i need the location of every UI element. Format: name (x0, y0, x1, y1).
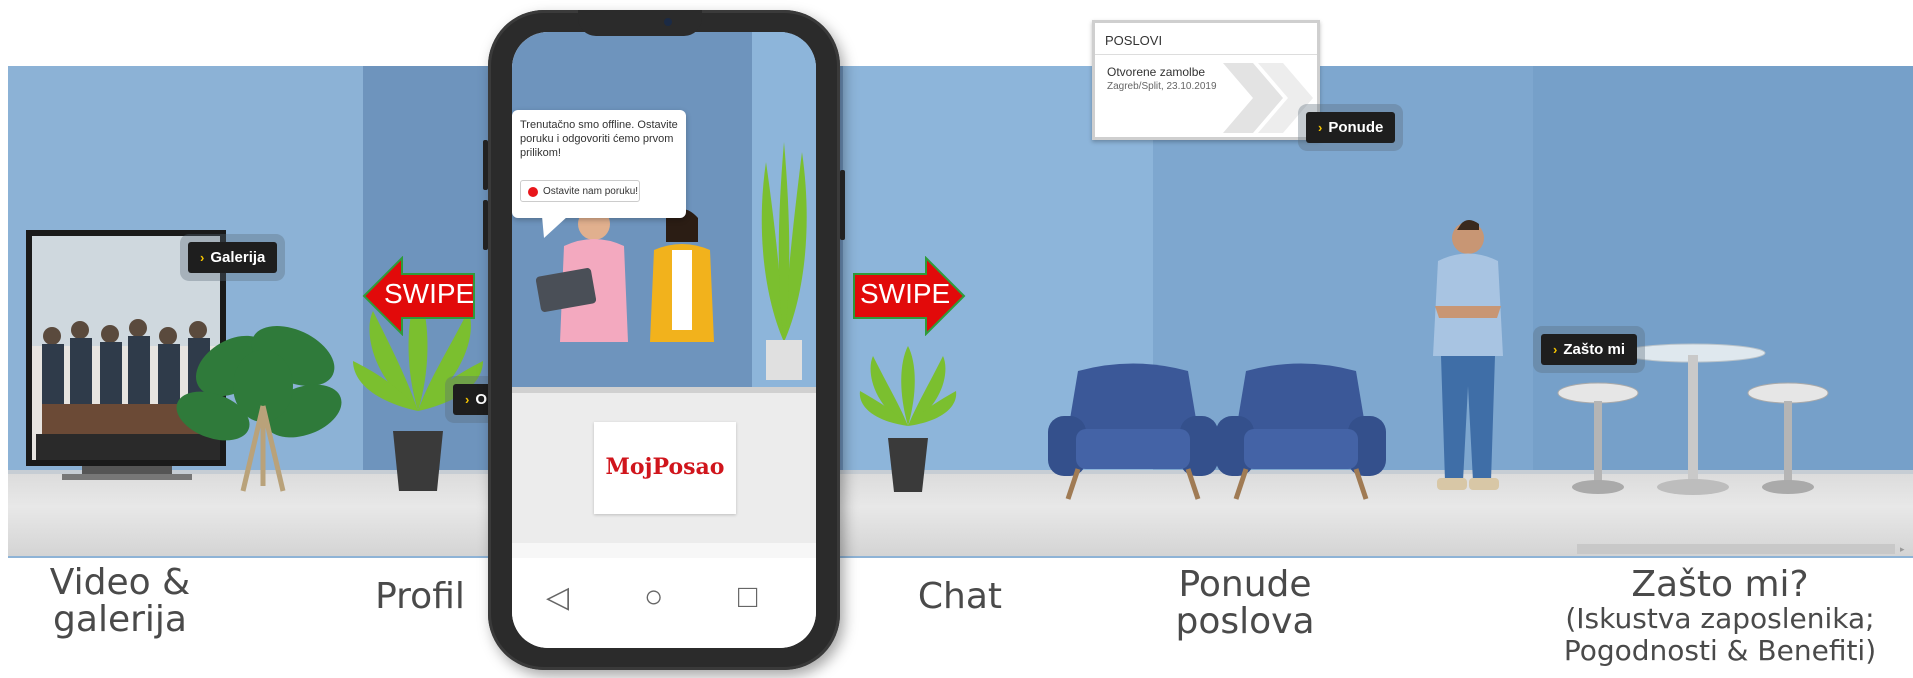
ponude-button-label: Ponude (1328, 119, 1384, 136)
section-label-chat: Chat (917, 576, 1003, 617)
phone-screen[interactable]: MojPosao Trenutačno smo offline. Ostavit… (512, 32, 816, 648)
job-board-title: POSLOVI (1095, 23, 1317, 55)
label-line: Ponude (1178, 564, 1312, 605)
ponude-button[interactable]: › Ponude (1306, 112, 1396, 143)
swipe-left-arrow[interactable]: SWIPE (362, 256, 476, 336)
chevron-right-icon: › (1318, 120, 1323, 135)
label-line: poslova (1175, 601, 1315, 642)
galerija-button-label: Galerija (210, 249, 266, 266)
label-line: Zašto mi? (1631, 564, 1809, 605)
home-icon[interactable]: ○ (644, 578, 663, 615)
red-dot-icon (528, 187, 538, 197)
leave-message-label: Ostavite nam poruku! (543, 186, 639, 197)
chevron-right-icon: › (1553, 342, 1558, 357)
section-label-profil: Profil (375, 576, 465, 617)
section-label-ponude-poslova: Ponude poslova (1155, 566, 1335, 640)
camera-icon (664, 18, 672, 26)
swipe-left-label: SWIPE (384, 278, 475, 309)
chevron-right-icon: › (200, 250, 205, 265)
bar-table-stools (1557, 343, 1829, 495)
monstera-plant (176, 325, 342, 492)
horizontal-scrollbar[interactable] (1577, 544, 1895, 554)
chat-offline-message: Trenutačno smo offline. Ostavite poruku … (520, 119, 678, 159)
phone-volume-button (483, 200, 488, 250)
scroll-right-icon[interactable]: ▸ (1900, 544, 1905, 555)
armchair (1216, 363, 1386, 500)
android-nav-bar: ◁ ○ □ (512, 558, 816, 648)
phone-volume-button (483, 140, 488, 190)
chevrons-decoration (1223, 63, 1313, 133)
mojposao-logo: MojPosao (605, 454, 725, 480)
zasto-mi-button[interactable]: › Zašto mi (1541, 334, 1638, 365)
label-line: Pogodnosti & Benefiti) (1563, 634, 1877, 667)
section-label-zasto-mi: Zašto mi? (Iskustva zaposlenika; Pogodno… (1530, 566, 1910, 667)
zasto-mi-button-label: Zašto mi (1563, 341, 1626, 358)
chevron-right-icon: › (465, 392, 470, 407)
recent-apps-icon[interactable]: □ (738, 578, 757, 615)
phone-notch (578, 10, 702, 36)
label-line: (Iskustva zaposlenika; (1565, 602, 1875, 635)
label-line: Video & (49, 562, 191, 603)
galerija-button[interactable]: › Galerija (188, 242, 278, 273)
swipe-right-label: SWIPE (860, 278, 951, 309)
section-label-video-galerija: Video & galerija (30, 564, 210, 638)
bubble-tail (542, 216, 568, 238)
phone-mockup: MojPosao Trenutačno smo offline. Ostavit… (483, 10, 845, 670)
leave-message-button[interactable]: Ostavite nam poruku! (520, 180, 640, 202)
standing-person (1433, 220, 1503, 490)
armchair (1048, 363, 1218, 500)
tall-plant (761, 142, 807, 380)
chat-offline-bubble: Trenutačno smo offline. Ostavite poruku … (512, 110, 686, 238)
logo-panel: MojPosao (594, 422, 736, 514)
label-line: galerija (53, 599, 187, 640)
potted-plant (859, 346, 957, 492)
back-icon[interactable]: ◁ (546, 580, 569, 615)
poslovi-job-board[interactable]: POSLOVI Otvorene zamolbe Zagreb/Split, 2… (1092, 20, 1320, 140)
swipe-right-arrow[interactable]: SWIPE (852, 256, 966, 336)
phone-power-button (840, 170, 845, 240)
